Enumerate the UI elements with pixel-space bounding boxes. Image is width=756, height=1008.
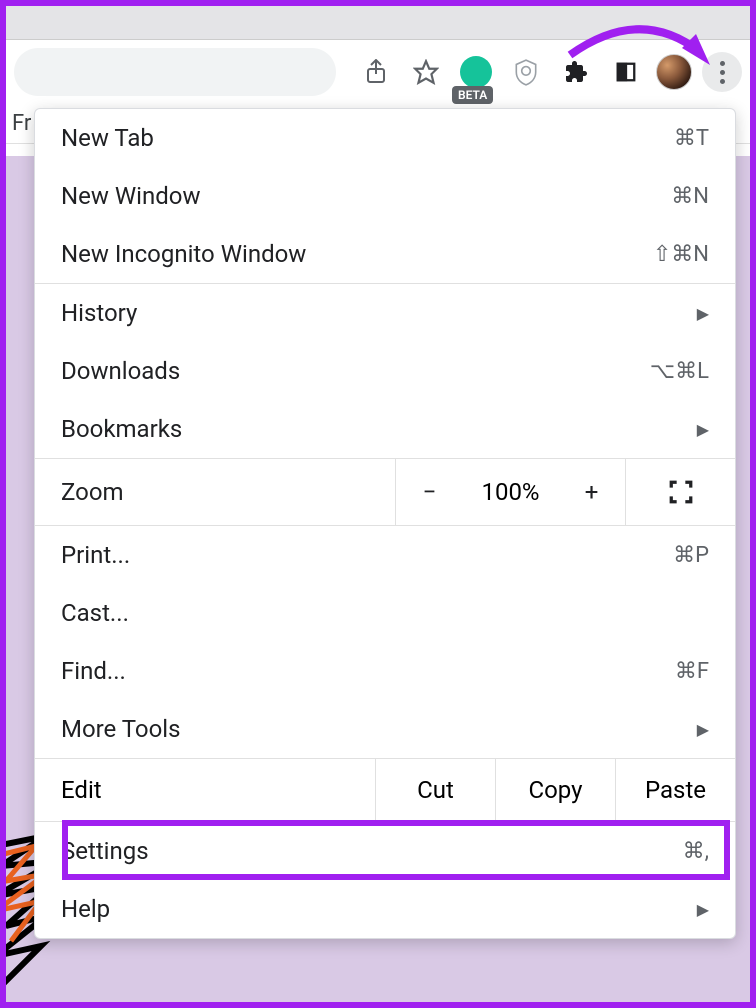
menu-incognito[interactable]: New Incognito Window ⇧⌘N <box>35 225 735 283</box>
menu-label: Help <box>61 895 110 923</box>
edit-copy-button[interactable]: Copy <box>495 759 615 821</box>
star-icon[interactable] <box>406 52 446 92</box>
shield-extension-icon[interactable] <box>506 52 546 92</box>
zoom-in-button[interactable]: + <box>572 478 612 506</box>
menu-shortcut: ⌘N <box>671 184 709 209</box>
zoom-out-button[interactable]: − <box>410 478 450 506</box>
menu-label: New Window <box>61 182 200 210</box>
menu-help[interactable]: Help ▶ <box>35 880 735 938</box>
menu-edit-label: Edit <box>35 759 375 821</box>
sidebar-panel-icon[interactable] <box>606 52 646 92</box>
chevron-right-icon: ▶ <box>697 304 709 323</box>
share-icon[interactable] <box>356 52 396 92</box>
menu-label: Bookmarks <box>61 415 182 443</box>
fullscreen-button[interactable] <box>625 459 735 525</box>
menu-new-tab[interactable]: New Tab ⌘T <box>35 109 735 167</box>
menu-label: Find... <box>61 657 126 685</box>
menu-settings[interactable]: Settings ⌘, <box>35 822 735 880</box>
address-bar[interactable] <box>14 48 336 96</box>
menu-print[interactable]: Print... ⌘P <box>35 526 735 584</box>
menu-shortcut: ⌥⌘L <box>650 359 709 384</box>
edit-cut-button[interactable]: Cut <box>375 759 495 821</box>
menu-label: Settings <box>61 837 149 865</box>
menu-edit-row: Edit Cut Copy Paste <box>35 758 735 822</box>
menu-shortcut: ⌘T <box>674 126 709 151</box>
menu-shortcut: ⌘P <box>673 543 709 568</box>
menu-shortcut: ⌘F <box>675 659 709 684</box>
menu-label: Cast... <box>61 599 129 627</box>
extensions-puzzle-icon[interactable] <box>556 52 596 92</box>
beta-badge: BETA <box>452 86 493 104</box>
profile-avatar[interactable] <box>656 54 692 90</box>
chevron-right-icon: ▶ <box>697 720 709 739</box>
menu-zoom-label: Zoom <box>35 459 395 525</box>
menu-more-tools[interactable]: More Tools ▶ <box>35 700 735 758</box>
menu-zoom-row: Zoom − 100% + <box>35 458 735 526</box>
zoom-value: 100% <box>476 478 546 506</box>
menu-label: History <box>61 299 137 327</box>
menu-label: New Incognito Window <box>61 240 306 268</box>
menu-downloads[interactable]: Downloads ⌥⌘L <box>35 342 735 400</box>
chevron-right-icon: ▶ <box>697 900 709 919</box>
more-menu-button[interactable] <box>702 52 742 92</box>
menu-history[interactable]: History ▶ <box>35 284 735 342</box>
menu-cast[interactable]: Cast... <box>35 584 735 642</box>
menu-find[interactable]: Find... ⌘F <box>35 642 735 700</box>
chevron-right-icon: ▶ <box>697 420 709 439</box>
menu-label: More Tools <box>61 715 181 743</box>
menu-label: Print... <box>61 541 130 569</box>
menu-label: New Tab <box>61 124 154 152</box>
menu-label: Downloads <box>61 357 180 385</box>
chrome-main-menu: New Tab ⌘T New Window ⌘N New Incognito W… <box>34 108 736 939</box>
menu-shortcut: ⇧⌘N <box>653 242 709 267</box>
browser-toolbar: BETA <box>0 40 756 104</box>
zoom-controls: − 100% + <box>395 459 625 525</box>
window-chrome-top <box>0 0 756 40</box>
menu-shortcut: ⌘, <box>683 839 709 864</box>
menu-new-window[interactable]: New Window ⌘N <box>35 167 735 225</box>
menu-bookmarks[interactable]: Bookmarks ▶ <box>35 400 735 458</box>
bookmark-fragment[interactable]: Fr <box>12 111 31 136</box>
grammarly-extension-icon[interactable]: BETA <box>456 52 496 92</box>
edit-paste-button[interactable]: Paste <box>615 759 735 821</box>
